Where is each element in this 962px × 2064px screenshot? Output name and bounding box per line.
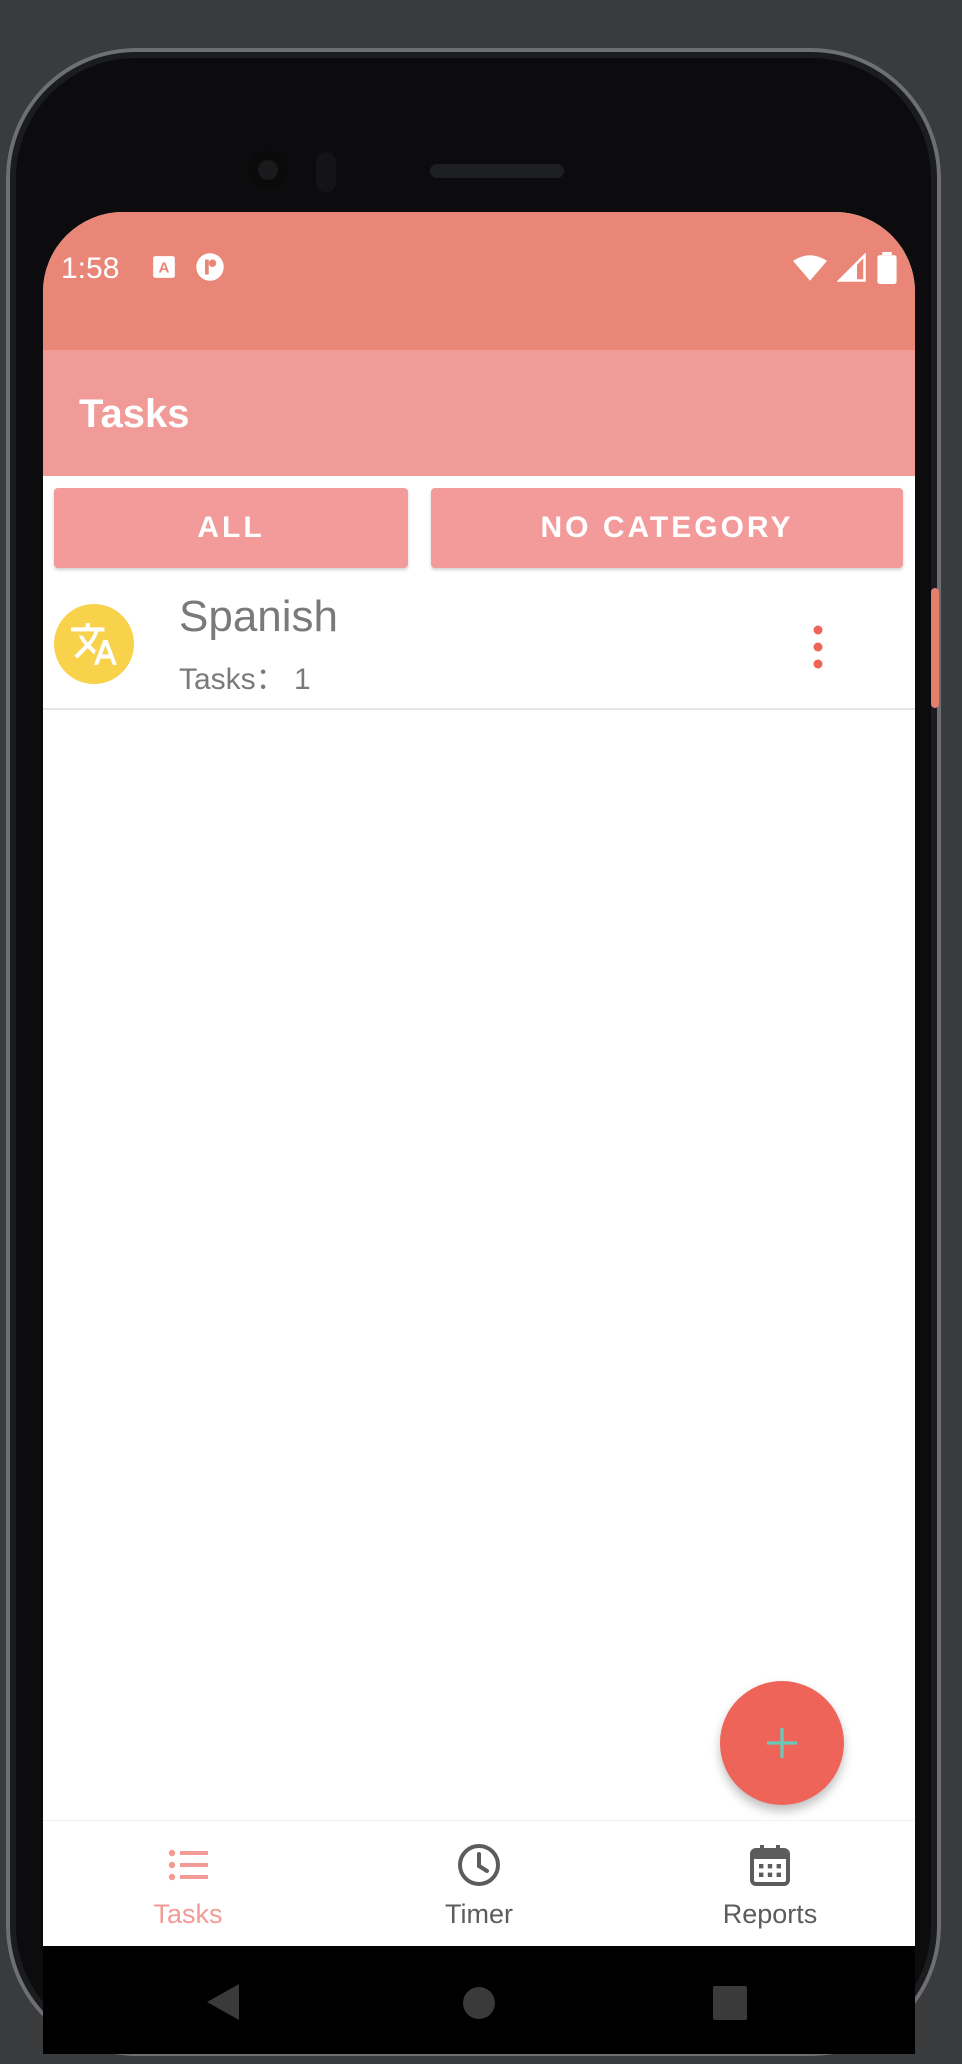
nav-tasks[interactable]: Tasks [43,1821,333,1947]
svg-text:A: A [159,259,170,276]
proximity-sensor [316,152,336,192]
home-icon[interactable] [462,1986,496,2020]
app-bar: Tasks [43,350,915,476]
calendar-icon [750,1845,790,1886]
filter-no-category-button[interactable]: NO CATEGORY [431,488,903,568]
list-icon [168,1849,208,1881]
nav-timer[interactable]: Timer [334,1821,624,1947]
phone-frame: 1:58 A Tasks ALL NO CATEGORY Spanish Tas… [6,48,941,2056]
back-icon[interactable] [205,1982,241,2022]
page-title: Tasks [79,392,190,436]
nav-tasks-label: Tasks [153,1899,223,1929]
category-task-count: Tasks： 1 [179,663,311,696]
more-vert-icon[interactable] [803,622,833,672]
category-avatar [54,604,134,684]
status-time: 1:58 [61,252,120,285]
category-name: Spanish [179,592,339,641]
clock-icon [458,1844,500,1886]
nav-reports-label: Reports [722,1899,818,1929]
earpiece-speaker [430,164,564,178]
power-button [931,588,939,708]
recents-icon[interactable] [713,1986,747,2020]
battery-icon [877,252,897,284]
add-fab-button[interactable] [720,1681,844,1805]
status-right-icons [793,252,897,284]
nav-reports[interactable]: Reports [625,1821,915,1947]
filter-all-button[interactable]: ALL [54,488,408,568]
translate-icon [71,623,117,665]
plus-icon [767,1728,797,1758]
screen: 1:58 A Tasks ALL NO CATEGORY Spanish Tas… [43,212,915,2054]
status-bar: 1:58 A [43,212,915,350]
signal-icon [837,253,866,282]
wifi-icon [793,255,827,281]
category-row-spanish[interactable]: Spanish Tasks： 1 [43,582,915,710]
bottom-navigation: Tasks Timer Reports [43,1820,915,1947]
front-camera [248,150,288,190]
system-navigation-bar [43,1946,915,2054]
circle-app-icon [196,253,224,281]
keyboard-a-icon: A [153,256,175,278]
nav-timer-label: Timer [445,1899,513,1929]
